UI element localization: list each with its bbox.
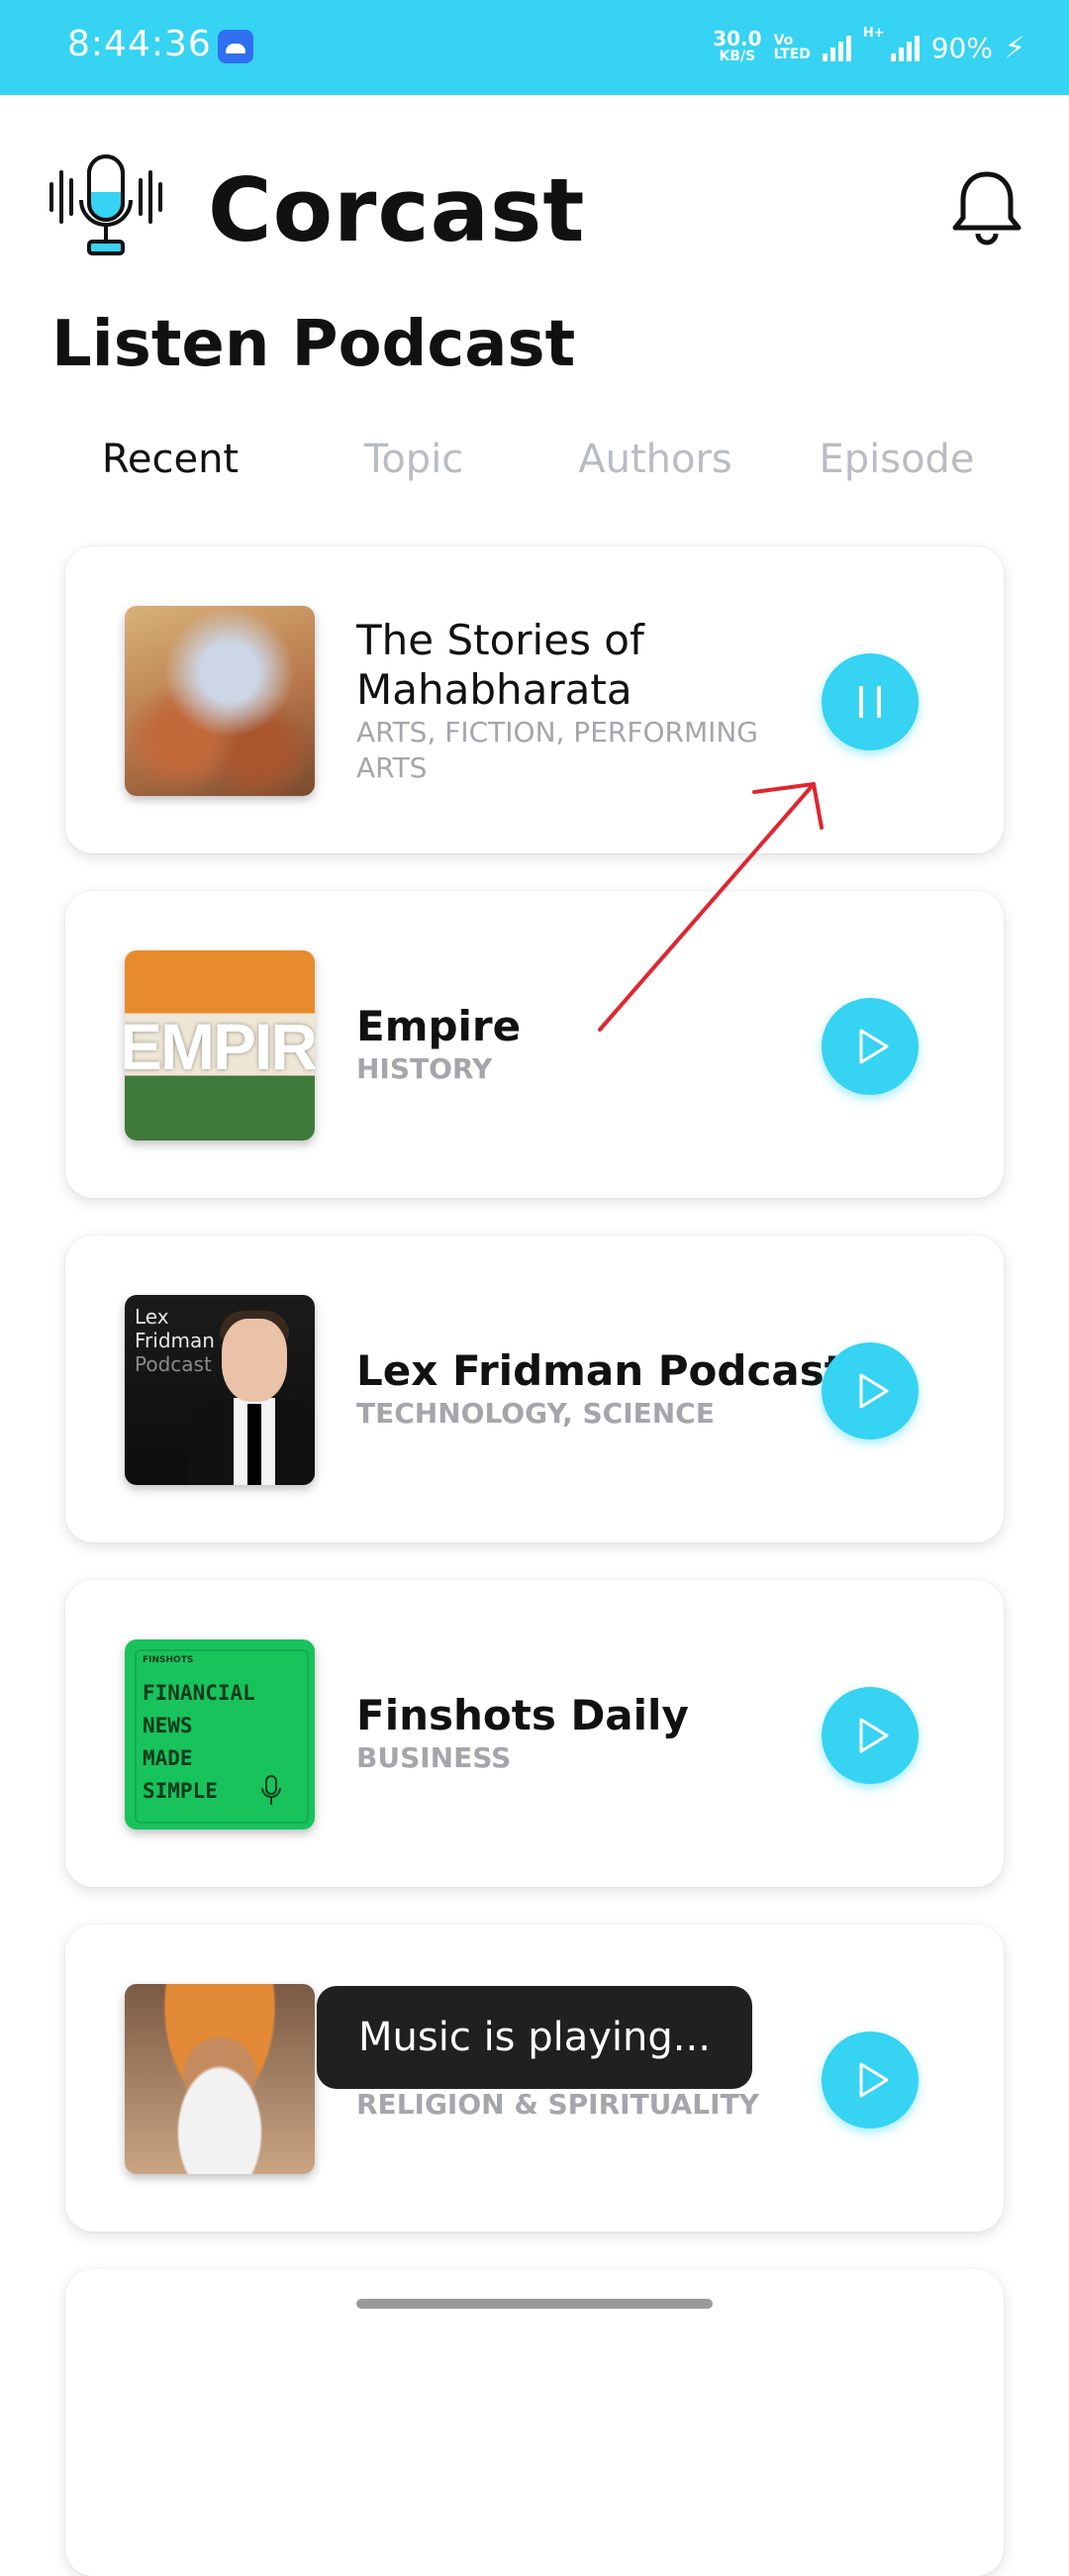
podcast-info: Finshots Daily BUSINESS xyxy=(356,1691,851,1776)
microphone-logo-icon xyxy=(49,154,162,255)
network-speed-unit: KB/S xyxy=(719,49,756,64)
podcast-title: Empire xyxy=(356,1002,522,1050)
play-button[interactable] xyxy=(822,998,919,1095)
podcast-card[interactable]: EMPIRE Empire HISTORY xyxy=(65,891,1004,1198)
signal-icon-2 xyxy=(890,34,920,61)
tab-recent[interactable]: Recent xyxy=(51,428,289,491)
podcast-cover: EMPIRE xyxy=(125,950,315,1140)
podcast-title-line2: Mahabharata xyxy=(356,665,632,714)
podcast-cover: Lex Fridman Podcast xyxy=(125,1295,315,1485)
notification-bell-icon[interactable] xyxy=(950,168,1023,248)
podcast-info: Lex Fridman Podcast TECHNOLOGY, SCIENCE xyxy=(356,1346,851,1432)
podcast-card[interactable]: Lex Fridman Podcast Lex Fridman Podcast … xyxy=(65,1236,1004,1542)
podcast-info: RELIGION & SPIRITUALITY xyxy=(356,2087,851,2123)
pause-button[interactable] xyxy=(822,653,919,750)
play-button[interactable] xyxy=(822,2031,919,2129)
podcast-title: Lex Fridman Podcast xyxy=(356,1346,844,1395)
battery-level: 90% xyxy=(930,31,993,64)
play-icon xyxy=(859,2062,889,2098)
podcast-cover xyxy=(125,1984,315,2174)
play-button[interactable] xyxy=(822,1687,919,1784)
play-button[interactable] xyxy=(822,1342,919,1439)
podcast-category: TECHNOLOGY, SCIENCE xyxy=(356,1397,715,1430)
tab-episode[interactable]: Episode xyxy=(778,428,1016,491)
podcast-category: RELIGION & SPIRITUALITY xyxy=(356,2088,759,2121)
charging-icon: ⚡ xyxy=(1004,30,1025,65)
play-icon xyxy=(859,1029,889,1064)
section-title: Listen Podcast xyxy=(51,308,576,381)
cover-text: FINANCIAL NEWS MADE SIMPLE xyxy=(143,1681,255,1803)
podcast-category: HISTORY xyxy=(356,1052,493,1085)
play-icon xyxy=(859,1373,889,1409)
toast-message: Music is playing... xyxy=(317,1986,752,2089)
podcast-title: Finshots Daily xyxy=(356,1691,689,1739)
home-indicator[interactable] xyxy=(356,2299,713,2309)
microphone-icon xyxy=(261,1775,281,1805)
network-type: H+ xyxy=(862,26,885,41)
signal-icon xyxy=(822,34,851,61)
pause-icon xyxy=(859,686,881,718)
play-icon xyxy=(859,1718,889,1753)
podcast-category-line2: ARTS xyxy=(356,751,428,784)
network-speed-value: 30.0 xyxy=(713,27,762,50)
volte-top: Vo xyxy=(773,33,794,49)
android-notification-icon xyxy=(218,30,253,63)
status-bar: 8:44:36 30.0 KB/S Vo LTED H+ 90% ⚡ xyxy=(0,0,1069,95)
podcast-info: The Stories of Mahabharata ARTS, FICTION… xyxy=(356,616,851,786)
podcast-info: Empire HISTORY xyxy=(356,1002,851,1087)
podcast-card[interactable]: FINSHOTS FINANCIAL NEWS MADE SIMPLE Fins… xyxy=(65,1580,1004,1887)
cover-brand: FINSHOTS xyxy=(143,1655,194,1665)
status-indicators: 30.0 KB/S Vo LTED H+ 90% ⚡ xyxy=(713,26,1025,69)
podcast-card[interactable]: The Stories of Mahabharata ARTS, FICTION… xyxy=(65,546,1004,853)
tab-topic[interactable]: Topic xyxy=(295,428,533,491)
cover-text: EMPIRE xyxy=(125,1010,315,1083)
app-title: Corcast xyxy=(208,159,586,261)
podcast-title: The Stories of xyxy=(356,616,644,664)
cover-text: Lex Fridman Podcast xyxy=(135,1305,215,1376)
podcast-category: ARTS, FICTION, PERFORMING xyxy=(356,716,758,748)
tab-authors[interactable]: Authors xyxy=(536,428,774,491)
podcast-cover xyxy=(125,606,315,796)
status-time: 8:44:36 xyxy=(67,24,212,64)
tab-bar: Recent Topic Authors Episode xyxy=(0,428,1069,491)
podcast-cover: FINSHOTS FINANCIAL NEWS MADE SIMPLE xyxy=(125,1639,315,1830)
network-speed: 30.0 KB/S xyxy=(713,27,762,65)
volte-bottom: LTED xyxy=(773,47,811,62)
podcast-card[interactable] xyxy=(65,2269,1004,2576)
podcast-category: BUSINESS xyxy=(356,1741,512,1774)
volte-icon: Vo LTED xyxy=(774,34,811,61)
